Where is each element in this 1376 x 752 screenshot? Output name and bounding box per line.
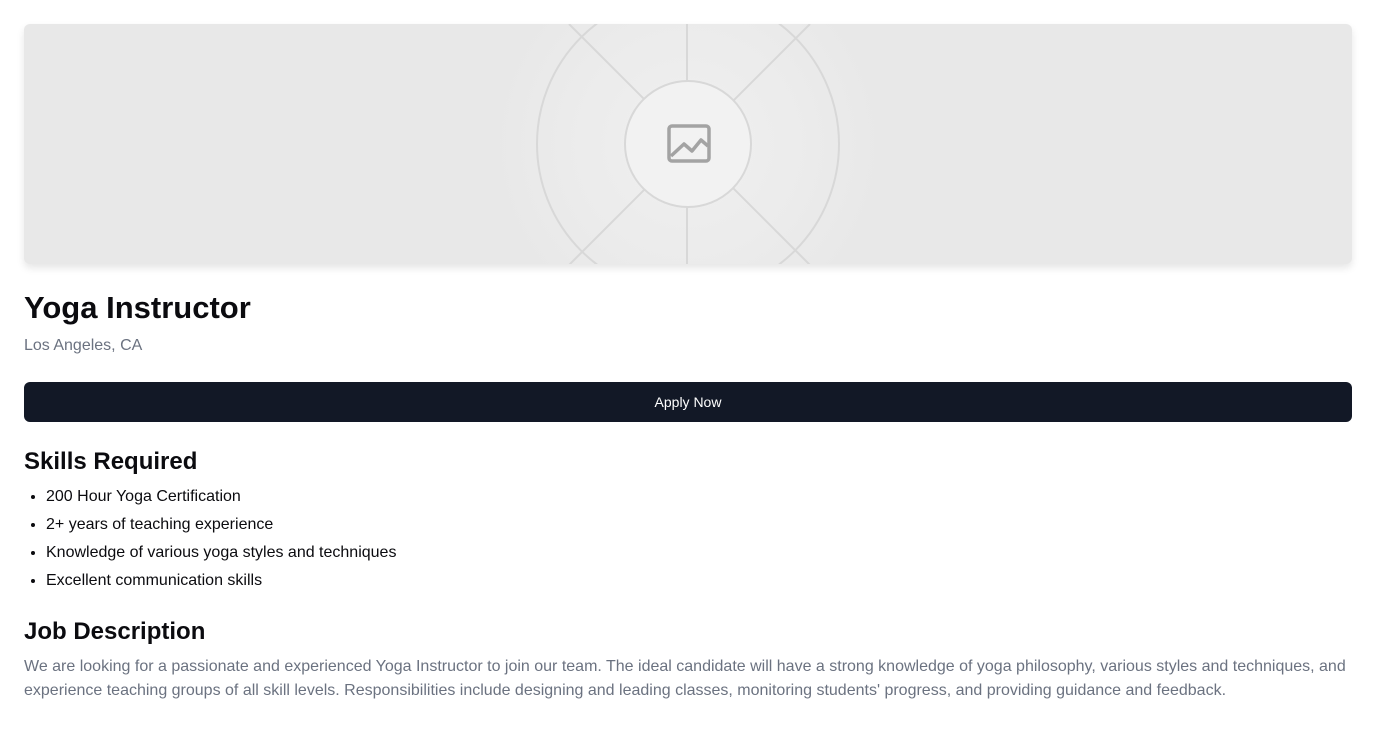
- skill-item: Knowledge of various yoga styles and tec…: [46, 539, 1352, 567]
- skill-item: 2+ years of teaching experience: [46, 511, 1352, 539]
- job-title: Yoga Instructor: [24, 290, 251, 325]
- hero-image-placeholder: [24, 24, 1352, 264]
- skill-item: 200 Hour Yoga Certification: [46, 483, 1352, 511]
- job-description-text: We are looking for a passionate and expe…: [24, 658, 1346, 699]
- skill-item: Excellent communication skills: [46, 567, 1352, 595]
- skills-list: 200 Hour Yoga Certification 2+ years of …: [24, 483, 1352, 595]
- skills-heading: Skills Required: [24, 448, 198, 475]
- apply-now-button[interactable]: Apply Now: [24, 382, 1352, 422]
- job-posting-page: Yoga Instructor Los Angeles, CA Apply No…: [0, 0, 1376, 752]
- job-location: Los Angeles, CA: [24, 337, 143, 354]
- placeholder-graphic: [474, 24, 902, 264]
- job-description-heading: Job Description: [24, 618, 206, 645]
